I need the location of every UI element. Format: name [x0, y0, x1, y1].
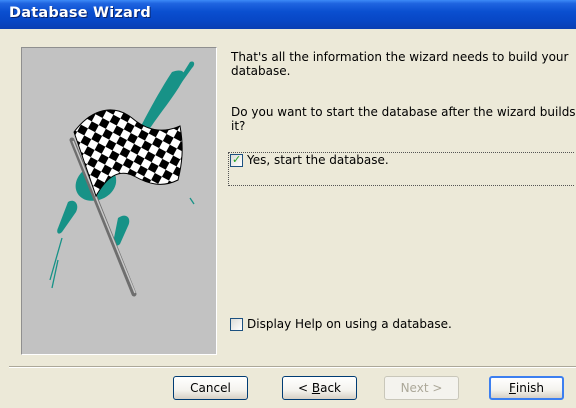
- title-bar[interactable]: Database Wizard: [0, 0, 576, 29]
- check-mark-icon: ✓: [232, 153, 242, 166]
- finish-button-mnemonic: F: [508, 381, 516, 395]
- display-help-option[interactable]: Display Help on using a database.: [230, 318, 452, 331]
- checkered-flag-icon: [49, 61, 195, 297]
- database-wizard-window: Database Wizard That's all the informati…: [0, 0, 576, 408]
- wizard-question-text: Do you want to start the database after …: [231, 105, 576, 133]
- wizard-info-text: That's all the information the wizard ne…: [231, 50, 569, 78]
- start-database-checkbox[interactable]: ✓: [230, 154, 243, 167]
- back-button-prefix: <: [297, 381, 312, 395]
- next-button[interactable]: Next >: [384, 376, 459, 400]
- cancel-button-label: Cancel: [190, 381, 231, 395]
- cancel-button[interactable]: Cancel: [173, 376, 248, 400]
- window-title: Database Wizard: [9, 5, 151, 21]
- start-database-label[interactable]: Yes, start the database.: [247, 154, 389, 167]
- back-button[interactable]: < Back: [282, 376, 357, 400]
- next-button-label: Next >: [400, 381, 443, 395]
- finish-button-rest: inish: [515, 381, 545, 395]
- display-help-label[interactable]: Display Help on using a database.: [247, 318, 452, 331]
- wizard-illustration: [21, 47, 217, 355]
- back-button-mnemonic: B: [311, 381, 321, 395]
- finish-button[interactable]: Finish: [489, 376, 564, 400]
- button-divider: [9, 366, 576, 368]
- start-database-option[interactable]: ✓ Yes, start the database.: [228, 152, 574, 186]
- back-button-rest: ack: [320, 381, 341, 395]
- display-help-checkbox[interactable]: [230, 318, 243, 331]
